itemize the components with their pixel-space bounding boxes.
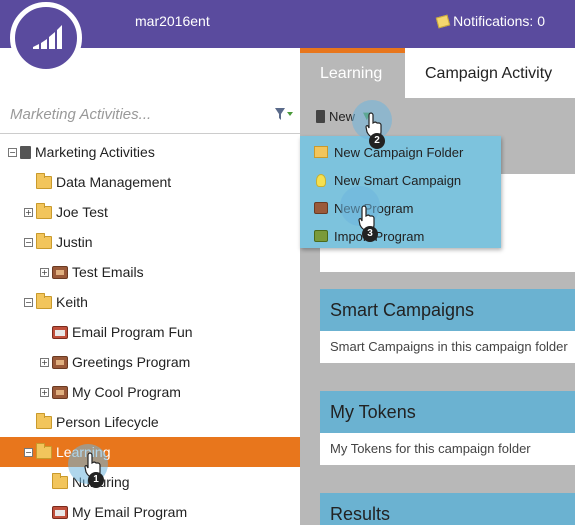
notification-icon: [435, 14, 451, 28]
folder-icon: [36, 232, 52, 249]
tree-item-label: Justin: [56, 234, 93, 250]
root-icon: [20, 145, 31, 159]
step-badge: 1: [88, 472, 104, 488]
tree-item[interactable]: −Learning: [0, 437, 300, 467]
collapse-icon[interactable]: −: [8, 147, 17, 157]
tab-bar: Learning Campaign Activity: [300, 48, 575, 98]
tree-item[interactable]: + Greetings Program: [0, 347, 300, 377]
menu-item-label: New Smart Campaign: [334, 172, 462, 188]
tree-item[interactable]: Data Management: [0, 167, 300, 197]
tree-item[interactable]: Nurturing: [0, 467, 300, 497]
tree-item-label: Test Emails: [72, 264, 144, 280]
results-panel: Results: [320, 493, 575, 525]
step-badge: 2: [369, 133, 385, 149]
tree-item-label: Person Lifecycle: [56, 414, 159, 430]
tree-item-label: Joe Test: [56, 204, 108, 220]
program-icon: [52, 265, 68, 279]
menu-item-label: Import Program: [334, 228, 425, 244]
expand-icon[interactable]: +: [40, 357, 49, 367]
email-program-icon: [52, 505, 68, 519]
step-badge: 3: [362, 226, 378, 242]
collapse-icon[interactable]: −: [24, 297, 33, 307]
expand-icon[interactable]: +: [40, 387, 49, 397]
import-icon: [314, 230, 328, 242]
tree-item[interactable]: Person Lifecycle: [0, 407, 300, 437]
folder-icon: [36, 442, 52, 459]
panel-body: My Tokens for this campaign folder: [330, 441, 531, 456]
menu-item-new-smart-campaign[interactable]: New Smart Campaign: [314, 166, 461, 194]
tree-item[interactable]: + Joe Test: [0, 197, 300, 227]
email-program-icon: [52, 325, 68, 339]
tree-item[interactable]: − Marketing Activities: [0, 137, 300, 167]
search-input[interactable]: Marketing Activities...: [10, 106, 151, 123]
new-dropdown-menu: New Campaign Folder New Smart Campaign N…: [300, 136, 501, 248]
filter-icon[interactable]: [274, 106, 294, 122]
notifications-link[interactable]: Notifications: 0: [435, 13, 545, 29]
panel-title: My Tokens: [320, 391, 575, 433]
tree-item[interactable]: + Test Emails: [0, 257, 300, 287]
tree-item[interactable]: + My Cool Program: [0, 377, 300, 407]
tree-item-label: Keith: [56, 294, 88, 310]
expand-icon[interactable]: +: [40, 267, 49, 277]
panel-title: Results: [320, 493, 575, 525]
logo-bars-icon: [33, 25, 62, 49]
lightbulb-icon: [316, 173, 326, 187]
tree-item-label: My Cool Program: [72, 384, 181, 400]
tree-item-label: My Email Program: [72, 504, 188, 520]
tree-item-label: Marketing Activities: [35, 144, 155, 160]
search-box[interactable]: Marketing Activities...: [0, 96, 300, 134]
folder-icon: [314, 146, 328, 158]
panel-title: Smart Campaigns: [320, 289, 575, 331]
program-icon: [52, 385, 68, 399]
marketo-logo[interactable]: [10, 2, 82, 74]
folder-icon: [36, 202, 52, 219]
menu-item-new-campaign-folder[interactable]: New Campaign Folder: [314, 138, 463, 166]
program-icon: [314, 202, 328, 214]
instance-name: mar2016ent: [135, 13, 210, 29]
notifications-label: Notifications: 0: [453, 13, 545, 29]
collapse-icon[interactable]: −: [24, 447, 33, 457]
folder-icon: [36, 292, 52, 309]
new-icon: [316, 110, 325, 123]
tree-item[interactable]: My Email Program: [0, 497, 300, 525]
my-tokens-panel: My Tokens My Tokens for this campaign fo…: [320, 391, 575, 465]
tree-item-label: Email Program Fun: [72, 324, 193, 340]
tree-item-label: Data Management: [56, 174, 172, 190]
tab-learning[interactable]: Learning: [300, 48, 405, 98]
folder-icon: [36, 172, 52, 189]
folder-icon: [52, 472, 68, 489]
program-icon: [52, 355, 68, 369]
folder-icon: [36, 412, 52, 429]
tree-item[interactable]: − Keith: [0, 287, 300, 317]
smart-campaigns-panel: Smart Campaigns Smart Campaigns in this …: [320, 289, 575, 363]
tree-item[interactable]: − Justin: [0, 227, 300, 257]
toolbar: New ▼: [300, 98, 575, 138]
panel-body: Smart Campaigns in this campaign folder: [330, 339, 568, 354]
menu-item-label: New Campaign Folder: [334, 144, 464, 160]
expand-icon[interactable]: +: [24, 207, 33, 217]
tab-campaign-activity[interactable]: Campaign Activity: [405, 48, 572, 98]
tree-item[interactable]: Email Program Fun: [0, 317, 300, 347]
tree-item-label: Greetings Program: [72, 354, 191, 370]
collapse-icon[interactable]: −: [24, 237, 33, 247]
